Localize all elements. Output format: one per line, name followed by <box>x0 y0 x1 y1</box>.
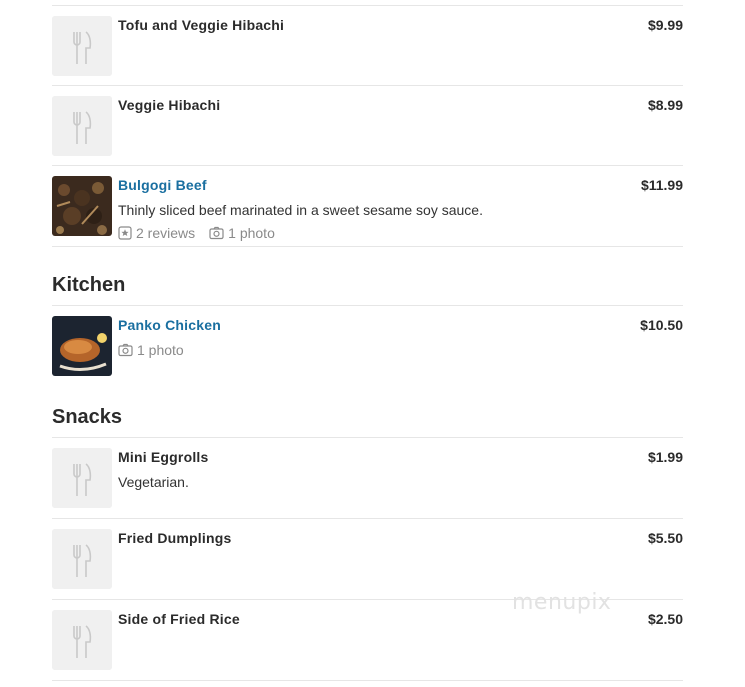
item-price: $1.99 <box>647 449 683 465</box>
utensils-icon <box>52 448 112 508</box>
item-name[interactable]: Side of Fried Rice <box>118 611 240 627</box>
item-photo[interactable] <box>52 176 112 236</box>
item-name[interactable]: Fried Dumplings <box>118 530 231 546</box>
item-name[interactable]: Tofu and Veggie Hibachi <box>118 17 284 33</box>
menu-item[interactable]: Bulgogi Beef $11.99 Thinly sliced beef m… <box>52 165 683 247</box>
item-name[interactable]: Mini Eggrolls <box>118 449 209 465</box>
photos-link[interactable]: 1 photo <box>118 342 184 358</box>
item-name-link[interactable]: Panko Chicken <box>118 317 221 333</box>
menu-item[interactable]: Tofu and Veggie Hibachi $9.99 <box>52 5 683 85</box>
utensils-icon <box>52 96 112 156</box>
section-title-snacks: Snacks <box>52 406 123 428</box>
item-price: $10.50 <box>640 317 683 333</box>
item-meta: 1 photo <box>118 342 184 358</box>
item-name[interactable]: Veggie Hibachi <box>118 97 220 113</box>
item-price: $9.99 <box>647 17 683 33</box>
menu-list-snacks: Mini Eggrolls $1.99 Vegetarian. Fried Du… <box>52 437 683 681</box>
item-name-link[interactable]: Bulgogi Beef <box>118 177 207 193</box>
utensils-icon <box>52 610 112 670</box>
photos-count: 1 photo <box>137 342 184 358</box>
item-price: $5.50 <box>647 530 683 546</box>
camera-icon <box>209 226 224 240</box>
utensils-icon <box>52 529 112 589</box>
item-description: Vegetarian. <box>118 474 189 490</box>
watermark: menupix <box>512 590 612 615</box>
section-title-kitchen: Kitchen <box>52 274 126 296</box>
menu-list-kitchen: Panko Chicken $10.50 1 photo <box>52 305 683 385</box>
reviews-count: 2 reviews <box>136 225 196 241</box>
menu-item[interactable]: Panko Chicken $10.50 1 photo <box>52 305 683 385</box>
utensils-icon <box>52 16 112 76</box>
item-photo[interactable] <box>52 316 112 376</box>
item-price: $2.50 <box>647 611 683 627</box>
menu-item[interactable]: Veggie Hibachi $8.99 <box>52 85 683 165</box>
menu-list-top: Tofu and Veggie Hibachi $9.99 Veggie Hib… <box>52 5 683 247</box>
item-price: $11.99 <box>640 177 683 193</box>
photos-count: 1 photo <box>228 225 275 241</box>
menu-item[interactable]: Mini Eggrolls $1.99 Vegetarian. <box>52 437 683 518</box>
reviews-link[interactable]: 2 reviews <box>118 225 195 241</box>
item-price: $8.99 <box>647 97 683 113</box>
camera-icon <box>118 343 133 357</box>
menu-item[interactable]: Fried Dumplings $5.50 <box>52 518 683 599</box>
star-icon <box>118 226 132 240</box>
photos-link[interactable]: 1 photo <box>209 225 275 241</box>
item-description: Thinly sliced beef marinated in a sweet … <box>118 202 483 218</box>
item-meta: 2 reviews 1 photo <box>118 225 275 241</box>
